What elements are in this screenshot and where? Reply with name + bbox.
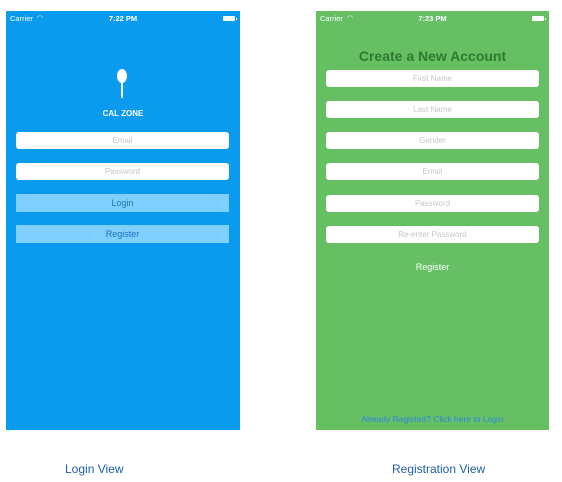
last-name-field[interactable]: Last Name xyxy=(326,101,539,118)
status-bar: Carrier ◠ 7:23 PM xyxy=(316,14,549,26)
spoon-icon xyxy=(117,69,127,98)
register-button[interactable]: Register xyxy=(16,225,229,243)
first-name-field[interactable]: First Name xyxy=(326,70,539,87)
app-name: CAL ZONE xyxy=(102,109,144,118)
status-time: 7:23 PM xyxy=(418,14,447,23)
login-button[interactable]: Login xyxy=(16,194,229,212)
register-button[interactable]: Register xyxy=(316,262,549,272)
battery-icon xyxy=(223,16,237,21)
password-field[interactable]: Password xyxy=(16,163,229,180)
login-view-caption: Login View xyxy=(65,462,124,476)
login-screen: Carrier ◠ 7:22 PM CAL ZONE Email Passwor… xyxy=(6,11,240,430)
registration-view-caption: Registration View xyxy=(392,462,486,476)
registration-screen: Carrier ◠ 7:23 PM Create a New Account F… xyxy=(316,11,549,430)
status-time: 7:22 PM xyxy=(108,14,138,23)
email-field[interactable]: Email xyxy=(326,163,539,180)
status-bar: Carrier ◠ 7:22 PM xyxy=(6,14,240,26)
confirm-password-field[interactable]: Re-enter Password xyxy=(326,226,539,243)
login-link[interactable]: Already Registed? Click here to Login xyxy=(316,414,549,424)
battery-icon xyxy=(532,16,546,21)
password-field[interactable]: Password xyxy=(326,195,539,212)
gender-field[interactable]: Gender xyxy=(326,132,539,149)
page-title: Create a New Account xyxy=(358,48,507,64)
email-field[interactable]: Email xyxy=(16,132,229,149)
app-logo: CAL ZONE xyxy=(6,61,240,121)
